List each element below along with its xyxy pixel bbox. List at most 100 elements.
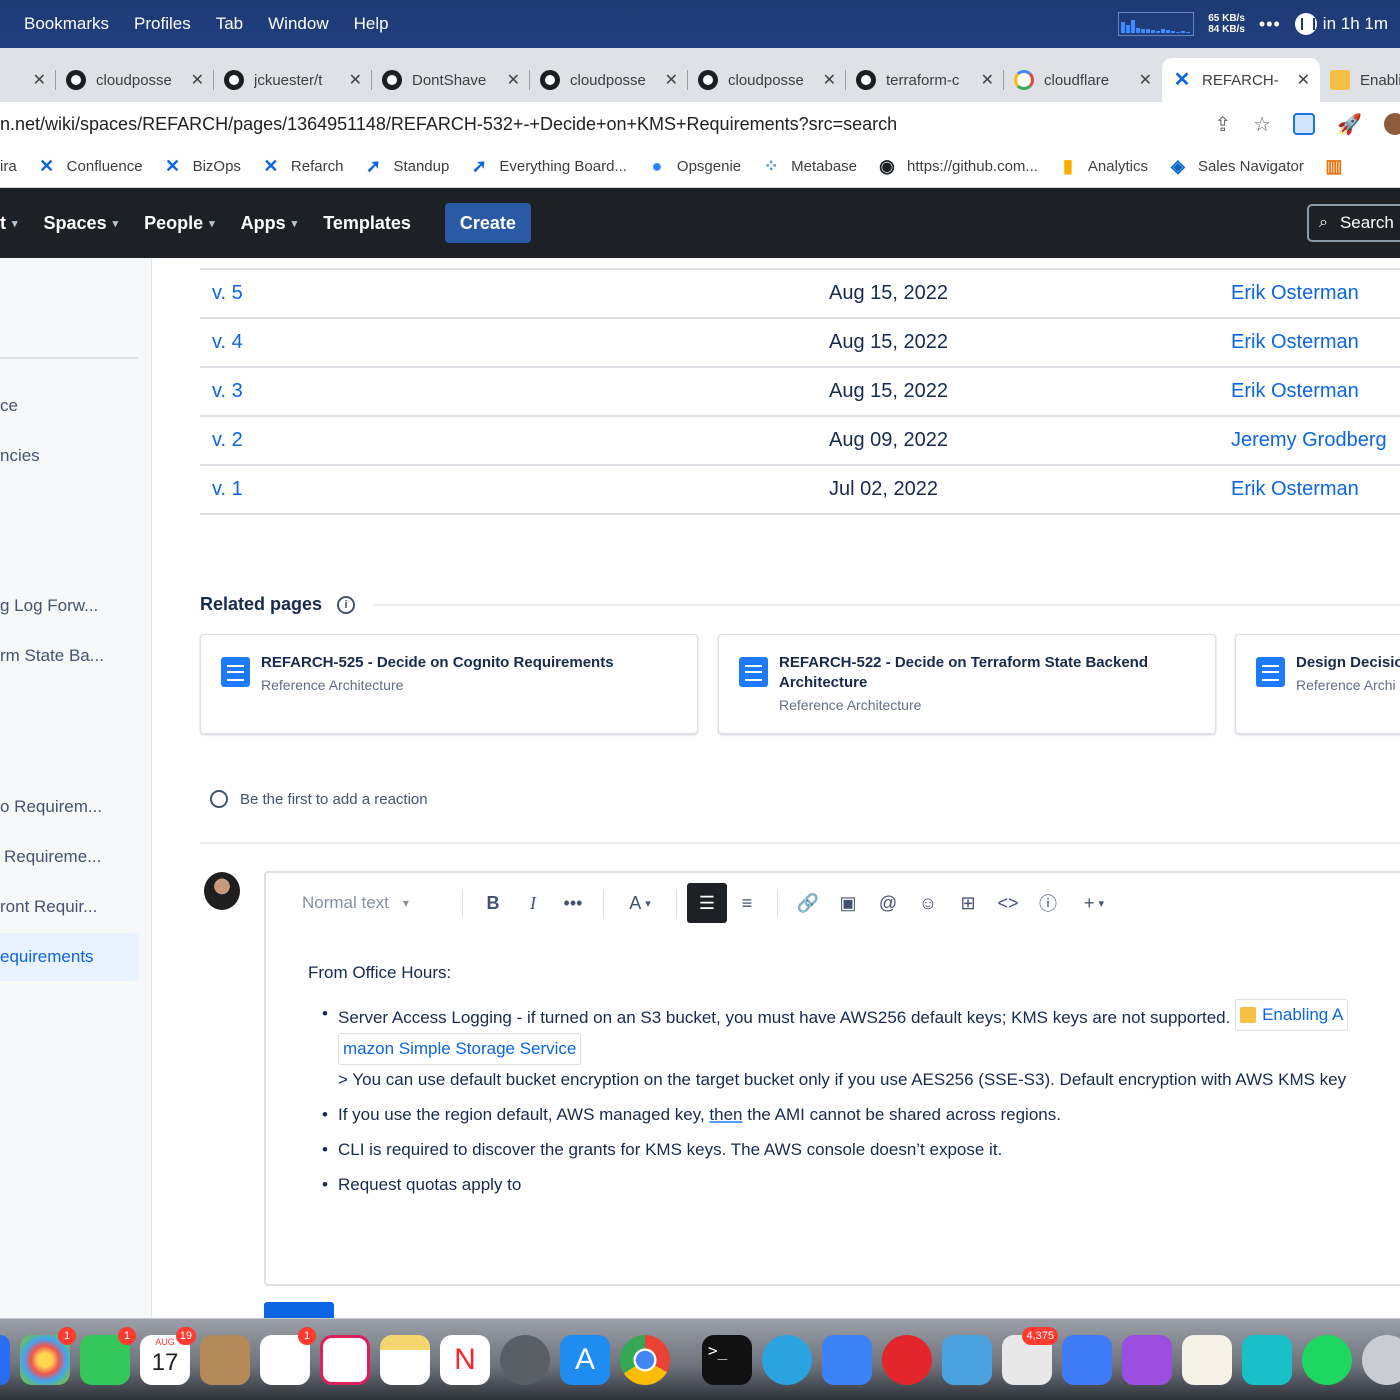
browser-tab[interactable]: cloudposse ✕ bbox=[688, 58, 846, 102]
version-link[interactable]: v. 3 bbox=[212, 380, 243, 403]
podcasts-icon[interactable] bbox=[1122, 1334, 1172, 1385]
info-icon[interactable]: i bbox=[337, 595, 356, 614]
bookmark-opsgenie[interactable]: ● Opsgenie bbox=[647, 156, 741, 177]
share-icon[interactable]: ⇪ bbox=[1214, 112, 1231, 137]
menu-profiles[interactable]: Profiles bbox=[134, 14, 191, 34]
bookmark-standup[interactable]: ➚ Standup bbox=[363, 156, 449, 177]
sidebar-item[interactable]: g Log Forw... bbox=[0, 596, 98, 616]
home-icon[interactable] bbox=[942, 1334, 992, 1385]
browser-tab[interactable]: ✕ bbox=[0, 58, 56, 102]
bookmark-analytics[interactable]: ▮ Analytics bbox=[1058, 156, 1148, 177]
reaction-prompt[interactable]: Be the first to add a reaction bbox=[210, 790, 428, 808]
sidebar-item[interactable]: ce bbox=[0, 396, 18, 416]
browser-tab[interactable]: cloudposse ✕ bbox=[56, 58, 214, 102]
telegram-icon[interactable] bbox=[762, 1334, 812, 1385]
close-icon[interactable]: ✕ bbox=[191, 70, 204, 90]
app-icon[interactable] bbox=[1242, 1334, 1292, 1385]
menu-bookmarks[interactable]: Bookmarks bbox=[24, 14, 109, 34]
related-page-card[interactable]: REFARCH-522 - Decide on Terraform State … bbox=[718, 634, 1216, 734]
app-icon[interactable]: 4,375 bbox=[1002, 1326, 1058, 1385]
browser-tab[interactable]: cloudflare ✕ bbox=[1004, 58, 1162, 102]
sidebar-item[interactable]: rm State Ba... bbox=[0, 646, 104, 666]
timer-status[interactable]: in 1h 1m bbox=[1294, 13, 1388, 35]
bold-icon[interactable]: B bbox=[473, 883, 513, 923]
search-input[interactable]: ⌕ Search bbox=[1307, 204, 1400, 242]
text-color-icon[interactable]: A ▾ bbox=[614, 883, 666, 923]
nav-people[interactable]: People ▾ bbox=[144, 213, 215, 234]
version-link[interactable]: v. 2 bbox=[212, 429, 243, 452]
close-icon[interactable]: ✕ bbox=[1297, 70, 1310, 90]
bookmark-everything-board[interactable]: ➚ Everything Board... bbox=[469, 156, 627, 177]
extension-icon[interactable] bbox=[1293, 113, 1316, 135]
app-icon[interactable] bbox=[882, 1334, 932, 1385]
pages-icon[interactable] bbox=[1182, 1334, 1232, 1385]
chrome-icon[interactable] bbox=[620, 1334, 670, 1385]
app-icon[interactable] bbox=[1362, 1334, 1400, 1385]
version-author[interactable]: Erik Osterman bbox=[1231, 331, 1359, 354]
insert-more-icon[interactable]: + ▾ bbox=[1068, 883, 1120, 923]
sidebar-item[interactable]: ncies bbox=[0, 446, 40, 466]
comment-editor[interactable]: Normal text ▾ B I ••• A ▾ ☰ ≡ 🔗 ▣ @ ☺ ⊞ <>… bbox=[264, 871, 1400, 1286]
bookmark-star-icon[interactable]: ☆ bbox=[1253, 112, 1271, 137]
browser-tab[interactable]: jckuester/t ✕ bbox=[214, 58, 372, 102]
more-formatting-icon[interactable]: ••• bbox=[553, 883, 593, 923]
app-store-icon[interactable]: A bbox=[560, 1334, 610, 1385]
smart-link[interactable]: Enabling A bbox=[1235, 999, 1349, 1031]
sidebar-item[interactable]: ront Requir... bbox=[0, 897, 97, 917]
close-icon[interactable]: ✕ bbox=[349, 70, 362, 90]
link-icon[interactable]: 🔗 bbox=[788, 883, 828, 923]
version-link[interactable]: v. 5 bbox=[212, 282, 243, 305]
url-text[interactable]: n.net/wiki/spaces/REFARCH/pages/13649511… bbox=[0, 114, 897, 135]
close-icon[interactable]: ✕ bbox=[33, 70, 46, 90]
related-page-card[interactable]: Design Decisio Reference Archi bbox=[1235, 634, 1400, 734]
info-panel-icon[interactable]: ⓘ bbox=[1028, 883, 1068, 923]
nav-spaces[interactable]: Spaces ▾ bbox=[44, 213, 119, 234]
editor-content[interactable]: From Office Hours: Server Access Logging… bbox=[308, 963, 1400, 1205]
browser-tab[interactable]: DontShave ✕ bbox=[372, 58, 530, 102]
contacts-icon[interactable] bbox=[200, 1334, 250, 1385]
related-page-card[interactable]: REFARCH-525 - Decide on Cognito Requirem… bbox=[200, 634, 698, 734]
app-icon[interactable] bbox=[0, 1334, 10, 1385]
smart-link-continued[interactable]: mazon Simple Storage Service bbox=[338, 1033, 582, 1065]
menu-tab[interactable]: Tab bbox=[216, 14, 243, 34]
browser-tab[interactable]: Enabli bbox=[1320, 58, 1400, 102]
spotify-icon[interactable] bbox=[1302, 1334, 1352, 1385]
slack-icon[interactable] bbox=[320, 1334, 370, 1385]
facetime-icon[interactable]: 1 bbox=[80, 1326, 136, 1385]
menu-window[interactable]: Window bbox=[268, 14, 328, 34]
bookmark-confluence[interactable]: ✕ Confluence bbox=[37, 156, 142, 177]
save-button[interactable] bbox=[264, 1302, 334, 1318]
version-author[interactable]: Erik Osterman bbox=[1231, 282, 1359, 305]
profile-icon[interactable] bbox=[1384, 113, 1400, 135]
cpu-graph-icon[interactable] bbox=[1118, 12, 1195, 36]
photos-icon[interactable]: 1 bbox=[20, 1326, 76, 1385]
browser-tab-active[interactable]: ✕ REFARCH- ✕ bbox=[1162, 58, 1320, 102]
bookmark-github[interactable]: ◉ https://github.com... bbox=[877, 156, 1038, 177]
keynote-icon[interactable] bbox=[822, 1334, 872, 1385]
browser-tab[interactable]: terraform-c ✕ bbox=[846, 58, 1004, 102]
table-icon[interactable]: ⊞ bbox=[948, 883, 988, 923]
bookmark-sales-navigator[interactable]: ◈ Sales Navigator bbox=[1168, 156, 1304, 177]
version-author[interactable]: Jeremy Grodberg bbox=[1231, 429, 1387, 452]
close-icon[interactable]: ✕ bbox=[507, 70, 520, 90]
address-bar[interactable]: n.net/wiki/spaces/REFARCH/pages/13649511… bbox=[0, 102, 1400, 146]
reminders-icon[interactable]: 1 bbox=[260, 1326, 316, 1385]
sidebar-item[interactable]: o Requirem... bbox=[0, 797, 102, 817]
emoji-icon[interactable]: ☺ bbox=[908, 883, 948, 923]
network-stats[interactable]: 65 KB/s 84 KB/s bbox=[1208, 13, 1245, 35]
terminal-icon[interactable]: >_ bbox=[702, 1334, 752, 1385]
version-author[interactable]: Erik Osterman bbox=[1231, 478, 1359, 501]
settings-icon[interactable] bbox=[500, 1334, 550, 1385]
bookmark-refarch[interactable]: ✕ Refarch bbox=[261, 156, 343, 177]
italic-icon[interactable]: I bbox=[513, 883, 553, 923]
nav-templates[interactable]: Templates bbox=[323, 213, 411, 234]
sidebar-item[interactable]: Requireme... bbox=[4, 847, 101, 867]
notes-icon[interactable] bbox=[380, 1334, 430, 1385]
news-icon[interactable]: N bbox=[440, 1334, 490, 1385]
sidebar-item-active[interactable]: equirements bbox=[0, 933, 139, 981]
create-button[interactable]: Create bbox=[444, 203, 531, 243]
close-icon[interactable]: ✕ bbox=[1139, 70, 1152, 90]
bookmark-more[interactable]: ▥ bbox=[1324, 156, 1354, 177]
app-icon[interactable] bbox=[1062, 1334, 1112, 1385]
bookmark-metabase[interactable]: ⁘ Metabase bbox=[761, 156, 857, 177]
